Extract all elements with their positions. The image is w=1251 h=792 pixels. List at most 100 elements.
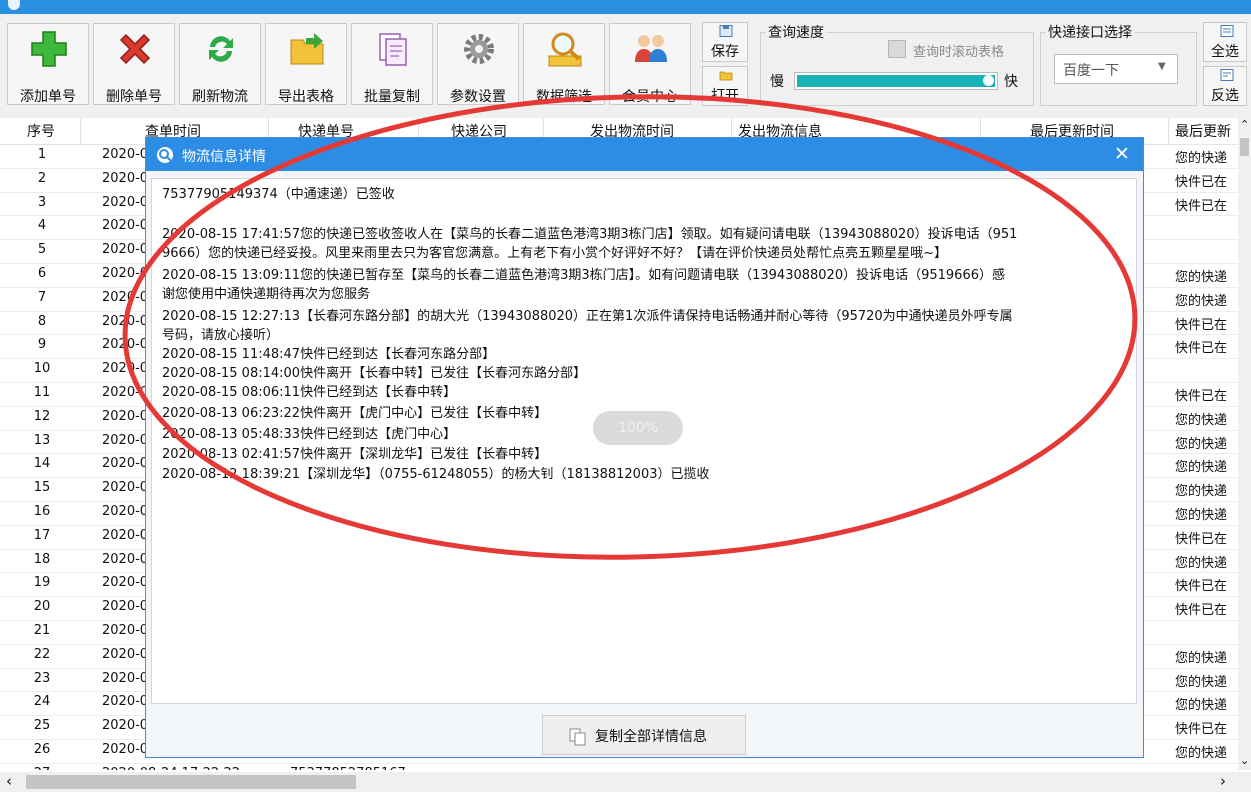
scroll-up-icon[interactable]: ⌃	[1240, 118, 1249, 131]
app-icon	[8, 0, 20, 10]
member-center-button[interactable]: 会员中心	[609, 23, 691, 105]
col-separator	[80, 118, 81, 144]
data-filter-button[interactable]: 数据筛选	[523, 23, 605, 105]
refresh-logistics-button[interactable]: 刷新物流	[179, 23, 261, 105]
select-all-label: 全选	[1211, 44, 1239, 60]
open-folder-icon	[719, 71, 733, 81]
scroll-down-icon[interactable]: ⌄	[1240, 754, 1249, 767]
row-query-time: 2020-0	[102, 313, 149, 329]
row-index: 27	[0, 766, 84, 770]
copy-all-details-button[interactable]: 复制全部详情信息	[542, 715, 746, 755]
api-select-dropdown[interactable]: 百度一下 ▼	[1054, 54, 1178, 84]
export-table-button[interactable]: 导出表格	[265, 23, 347, 105]
dialog-title: 物流信息详情	[182, 149, 266, 165]
save-button[interactable]: 保存	[702, 22, 748, 62]
invert-selection-button[interactable]: 反选	[1203, 66, 1247, 106]
open-label: 打开	[711, 88, 739, 104]
close-icon[interactable]: ✕	[1114, 143, 1130, 165]
select-all-button[interactable]: 全选	[1203, 22, 1247, 62]
row-query-time: 2020-0	[102, 575, 149, 591]
gear-icon	[464, 34, 494, 64]
query-speed-legend: 查询速度	[765, 22, 827, 42]
row-last-update: 快件已在	[1175, 722, 1228, 738]
col-last-update[interactable]: 最后更新	[1175, 121, 1231, 141]
row-query-time: 2020-0	[102, 504, 149, 519]
row-last-update: 您的快递	[1175, 293, 1228, 309]
vertical-scroll-thumb[interactable]	[1240, 138, 1249, 156]
batch-copy-label: 批量复制	[364, 89, 420, 105]
dialog-titlebar: 物流信息详情 ✕	[146, 138, 1143, 171]
row-query-time: 2020-0	[102, 337, 149, 353]
add-number-button[interactable]: 添加单号	[7, 23, 89, 105]
speed-slider-thumb[interactable]	[983, 75, 994, 86]
delete-number-button[interactable]: 删除单号	[93, 23, 175, 105]
table-row[interactable]: 27 2020-08-24 17:22:22 75377852785167 中通速递	[0, 763, 1238, 770]
row-last-update: 您的快递	[1175, 412, 1228, 428]
copy-all-details-label: 复制全部详情信息	[595, 729, 707, 745]
row-index: 19	[33, 575, 51, 591]
row-last-update: 快件已在	[1175, 317, 1228, 333]
row-query-time: 2020-0	[102, 289, 149, 305]
row-query-time: 2020-0	[102, 551, 149, 567]
col-index[interactable]: 序号	[27, 121, 55, 141]
api-select-legend: 快递接口选择	[1045, 22, 1135, 42]
speed-slider-track[interactable]	[794, 72, 998, 90]
save-label: 保存	[711, 44, 739, 60]
row-index: 18	[33, 551, 51, 567]
row-index: 21	[33, 623, 51, 638]
scroll-left-icon[interactable]: ‹	[6, 772, 12, 790]
scroll-table-checkbox[interactable]	[888, 40, 906, 58]
row-index: 25	[33, 718, 51, 734]
horizontal-scrollbar[interactable]: ‹ ›	[0, 772, 1251, 792]
row-query-time: 2020-0	[102, 694, 149, 710]
row-query-time: 2020-0	[102, 480, 149, 496]
logistics-detail-dialog: 物流信息详情 ✕ 2020-08-12 18:39:21【深圳龙华】（0755-…	[145, 137, 1144, 758]
settings-button[interactable]: 参数设置	[437, 23, 519, 105]
plus-icon	[31, 31, 67, 67]
detail-log-line: 2020-08-13 05:48:33快件已经到达【虎门中心】	[162, 427, 457, 442]
data-filter-label: 数据筛选	[536, 89, 592, 105]
row-index: 10	[33, 361, 51, 377]
row-query-time: 2020-0	[102, 266, 149, 281]
detail-log-line: 2020-08-15 12:27:13【长春河东路分部】的胡大光（1394308…	[162, 309, 1013, 324]
copy-docs-icon	[379, 33, 407, 66]
horizontal-scroll-thumb[interactable]	[26, 775, 356, 789]
toolbar: 添加单号 删除单号 刷新物流 导出表格 批量复制 参数设置 数据筛选 会员中心 …	[0, 14, 1251, 118]
speed-slow-label: 慢	[770, 74, 784, 90]
detail-log-line: 谢您使用中通快递期待再次为您服务	[162, 287, 371, 302]
members-icon	[635, 35, 667, 62]
vertical-scrollbar[interactable]: ⌃ ⌄	[1238, 118, 1251, 770]
detail-log-line: 2020-08-15 11:48:47快件已经到达【长春河东路分部】	[162, 347, 496, 362]
row-index: 26	[33, 742, 51, 757]
row-index: 24	[33, 694, 51, 710]
delete-number-label: 删除单号	[106, 89, 162, 105]
app-logo-icon	[157, 147, 173, 163]
row-index: 12	[33, 408, 51, 424]
member-center-label: 会员中心	[622, 89, 678, 105]
row-last-update: 您的快递	[1175, 698, 1228, 714]
row-query-time: 2020-0	[102, 456, 149, 472]
row-last-update: 快件已在	[1175, 579, 1228, 595]
magnifier-icon	[548, 32, 582, 67]
detail-text-area[interactable]: 2020-08-12 18:39:21【深圳龙华】（0755-61248055）…	[151, 178, 1137, 704]
batch-copy-button[interactable]: 批量复制	[351, 23, 433, 105]
invert-selection-label: 反选	[1211, 88, 1239, 104]
scroll-right-icon[interactable]: ›	[1220, 772, 1226, 790]
row-last-update: 您的快递	[1175, 484, 1228, 500]
row-index: 4	[37, 218, 47, 234]
chevron-down-icon: ▼	[1158, 61, 1166, 72]
row-index: 8	[37, 313, 47, 329]
col-separator	[1168, 118, 1169, 144]
detail-log-line: 2020-08-15 08:14:00快件离开【长春中转】已发往【长春河东路分部…	[162, 366, 587, 381]
row-last-update: 快件已在	[1175, 174, 1228, 190]
row-last-update: 您的快递	[1175, 508, 1228, 523]
row-last-update: 您的快递	[1175, 436, 1228, 452]
detail-status-line: 75377905149374（中通速递）已签收	[162, 187, 395, 202]
add-number-label: 添加单号	[20, 89, 76, 105]
open-button[interactable]: 打开	[702, 66, 748, 106]
speed-fast-label: 快	[1004, 74, 1018, 90]
row-query-time: 2020-0	[102, 147, 149, 162]
row-index: 5	[37, 242, 47, 258]
invert-selection-icon	[1220, 69, 1234, 81]
row-last-update: 快件已在	[1175, 341, 1228, 357]
